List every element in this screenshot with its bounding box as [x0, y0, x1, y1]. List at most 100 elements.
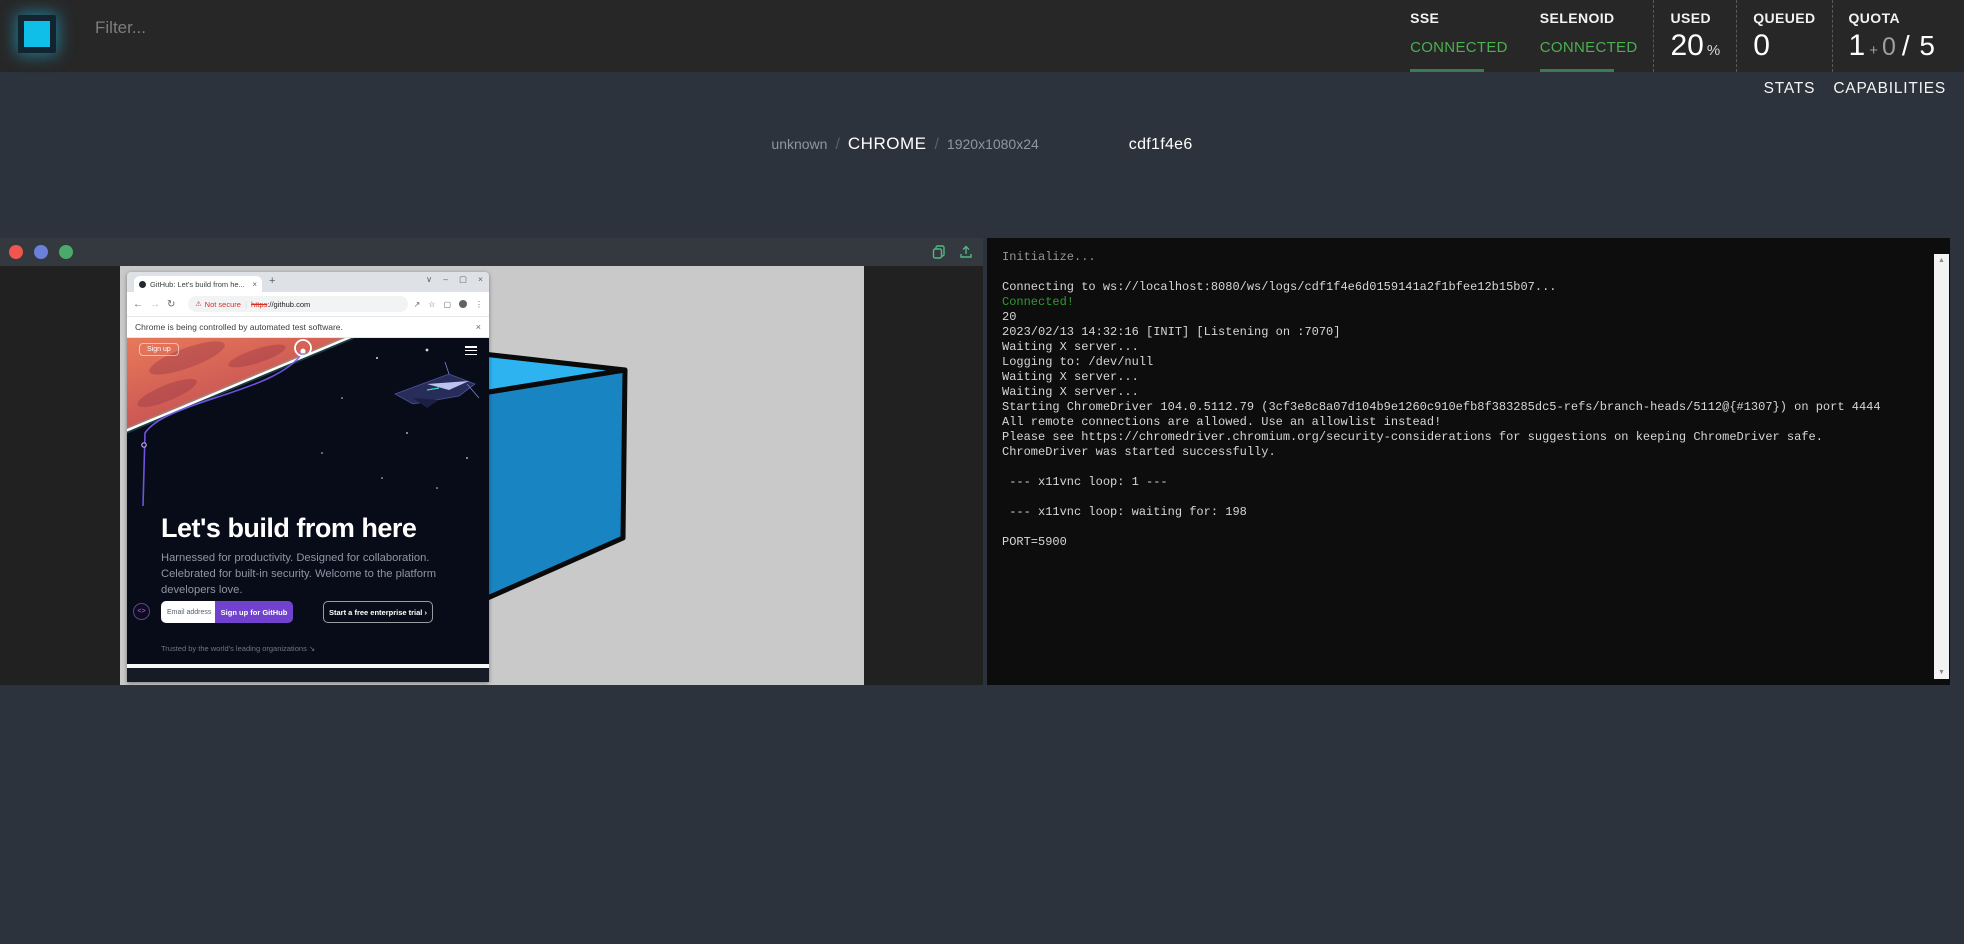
log-line: Waiting X server... — [1002, 340, 1926, 355]
session-resolution: 1920x1080x24 — [947, 136, 1039, 152]
traffic-light-blue-icon — [34, 245, 48, 259]
log-line: All remote connections are allowed. Use … — [1002, 415, 1926, 430]
selenoid-status-column: SELENOID CONNECTED — [1524, 0, 1654, 72]
selenoid-label: SELENOID — [1540, 10, 1638, 26]
log-line: Starting ChromeDriver 104.0.5112.79 (3cf… — [1002, 400, 1926, 415]
tab-close-icon[interactable]: × — [252, 280, 257, 289]
log-line: PORT=5900 — [1002, 535, 1926, 550]
filter-input[interactable] — [95, 18, 615, 38]
back-icon[interactable]: ← — [133, 299, 143, 310]
quota-pending: 0 — [1882, 33, 1896, 62]
selenoid-ui-logo-icon — [18, 15, 56, 53]
github-subheadline: Harnessed for productivity. Designed for… — [161, 550, 463, 598]
not-secure-label: Not secure — [205, 300, 241, 309]
clipboard-icon[interactable] — [931, 244, 947, 260]
used-unit: % — [1707, 42, 1720, 59]
vnc-screen-canvas[interactable]: GitHub: Let's build from he... × + ∨ – ▢… — [120, 266, 864, 685]
quota-total: / 5 — [1902, 30, 1936, 62]
upload-icon[interactable] — [958, 244, 974, 260]
tab-stats[interactable]: STATS — [1764, 80, 1816, 98]
view-tabs: STATS CAPABILITIES — [1764, 80, 1946, 98]
hamburger-menu-icon[interactable] — [465, 346, 477, 357]
header-stats: SSE CONNECTED SELENOID CONNECTED USED 20… — [1394, 0, 1952, 72]
github-hero-art — [127, 338, 489, 508]
reload-icon[interactable]: ↻ — [167, 299, 175, 310]
log-line — [1002, 265, 1926, 280]
automation-infobar: Chrome is being controlled by automated … — [127, 317, 489, 338]
log-line — [1002, 490, 1926, 505]
github-headline: Let's build from here — [161, 513, 416, 544]
queued-label: QUEUED — [1753, 10, 1815, 26]
log-scrollbar[interactable]: ▲ ▼ — [1934, 254, 1949, 679]
session-browser-name: CHROME — [848, 134, 927, 154]
log-line: 20 — [1002, 310, 1926, 325]
log-line: Please see https://chromedriver.chromium… — [1002, 430, 1926, 445]
log-line — [1002, 520, 1926, 535]
github-trusted-text: Trusted by the world's leading organizat… — [161, 644, 315, 653]
remote-tab-strip: GitHub: Let's build from he... × + ∨ – ▢… — [127, 272, 489, 292]
github-signup-button[interactable]: Sign up for GitHub — [215, 601, 293, 623]
log-line: Logging to: /dev/null — [1002, 355, 1926, 370]
forward-icon[interactable]: → — [150, 299, 160, 310]
traffic-light-red-icon — [9, 245, 23, 259]
vnc-body: GitHub: Let's build from he... × + ∨ – ▢… — [0, 266, 983, 685]
session-id: cdf1f4e6 — [1129, 136, 1193, 154]
log-line: Waiting X server... — [1002, 385, 1926, 400]
window-menu-icon[interactable]: ∨ — [426, 274, 432, 285]
warning-icon: ⚠ — [195, 300, 201, 308]
queued-value: 0 — [1753, 29, 1770, 63]
quota-label: QUOTA — [1849, 10, 1937, 26]
remote-browser-tab[interactable]: GitHub: Let's build from he... × — [134, 276, 262, 292]
github-homepage: Sign up Let's build from here Harnessed … — [127, 338, 489, 664]
log-line: Connected! — [1002, 295, 1926, 310]
remote-browser-toolbar: ← → ↻ ⚠ Not secure | https ://github.com… — [127, 292, 489, 317]
vnc-titlebar — [0, 238, 983, 266]
window-minimize-icon[interactable]: – — [443, 274, 448, 285]
log-line: Initialize... — [1002, 250, 1926, 265]
log-line: --- x11vnc loop: waiting for: 198 — [1002, 505, 1926, 520]
github-email-input[interactable]: Email address — [161, 601, 215, 623]
tab-capabilities[interactable]: CAPABILITIES — [1833, 80, 1946, 98]
log-line: ChromeDriver was started successfully. — [1002, 445, 1926, 460]
share-icon[interactable]: ↗ — [414, 300, 421, 309]
session-card[interactable]: unknown / CHROME / 1920x1080x24 cdf1f4e6 — [0, 134, 1964, 154]
url-scheme: https — [251, 300, 267, 309]
session-log-panel: Initialize... Connecting to ws://localho… — [987, 238, 1950, 685]
log-output: Initialize... Connecting to ws://localho… — [1002, 250, 1926, 679]
used-value: 20 — [1670, 29, 1703, 63]
remote-desktop-cube-shape — [475, 346, 635, 606]
queued-column: QUEUED 0 — [1736, 0, 1831, 72]
url-host: ://github.com — [267, 300, 310, 309]
quota-used: 1 — [1849, 29, 1866, 63]
sse-status-column: SSE CONNECTED — [1394, 0, 1524, 72]
github-cta-row: Email address Sign up for GitHub Start a… — [161, 601, 433, 623]
github-favicon-icon — [139, 281, 146, 288]
menu-dots-icon[interactable]: ⋮ — [475, 300, 483, 309]
filter-field-wrap — [95, 18, 615, 38]
side-panel-icon[interactable]: ▢ — [443, 300, 451, 309]
profile-avatar-icon[interactable] — [459, 300, 467, 308]
scroll-down-icon[interactable]: ▼ — [1938, 666, 1945, 679]
github-trial-button[interactable]: Start a free enterprise trial › — [323, 601, 433, 623]
sse-label: SSE — [1410, 10, 1508, 26]
remote-chrome-window: GitHub: Let's build from he... × + ∨ – ▢… — [127, 272, 489, 682]
remote-window-bottom-bar — [127, 668, 489, 682]
window-maximize-icon[interactable]: ▢ — [459, 274, 467, 285]
used-label: USED — [1670, 10, 1720, 26]
session-separator: / — [835, 136, 839, 154]
infobar-close-icon[interactable]: × — [476, 322, 481, 332]
address-bar[interactable]: ⚠ Not secure | https ://github.com — [188, 296, 407, 312]
window-close-icon[interactable]: × — [478, 274, 483, 285]
quota-column: QUOTA 1 + 0 / 5 — [1832, 0, 1953, 72]
selenoid-status-value: CONNECTED — [1540, 39, 1638, 56]
github-signup-top-button[interactable]: Sign up — [139, 343, 179, 356]
vnc-panel: GitHub: Let's build from he... × + ∨ – ▢… — [0, 238, 983, 685]
code-badge-icon: <> — [133, 603, 150, 620]
bookmark-star-icon[interactable]: ☆ — [428, 300, 435, 309]
new-tab-button[interactable]: + — [269, 275, 275, 287]
sse-status-value: CONNECTED — [1410, 39, 1508, 56]
automation-infobar-text: Chrome is being controlled by automated … — [135, 322, 476, 332]
log-line — [1002, 460, 1926, 475]
session-separator: / — [934, 136, 938, 154]
scroll-up-icon[interactable]: ▲ — [1938, 254, 1945, 267]
